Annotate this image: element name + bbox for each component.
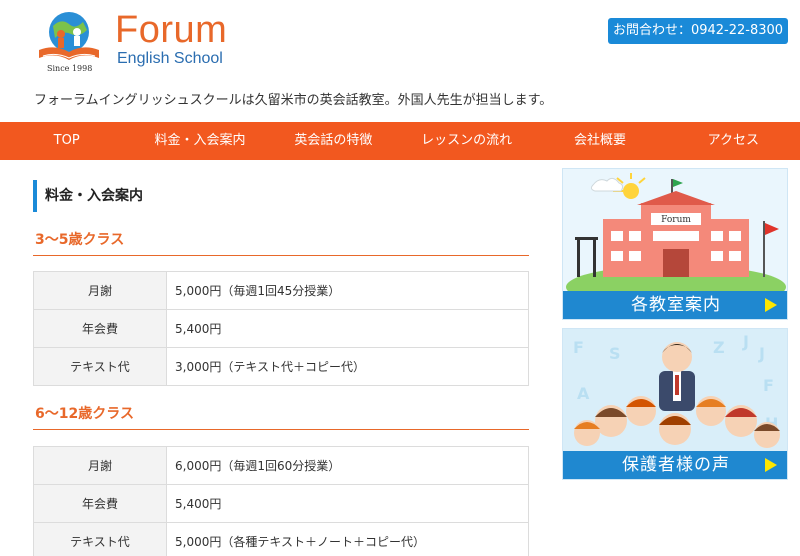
- svg-text:A: A: [577, 384, 590, 403]
- logo-title: Forum: [115, 9, 228, 51]
- page-title: 料金・入会案内: [33, 180, 143, 212]
- nav-item-company[interactable]: 会社概要: [533, 122, 666, 160]
- nav-item-top[interactable]: TOP: [0, 122, 133, 160]
- table-row: テキスト代 5,000円（各種テキスト＋ノート＋コピー代）: [33, 522, 529, 556]
- fee-label: テキスト代: [33, 522, 167, 556]
- table-row: テキスト代 3,000円（テキスト代＋コピー代）: [33, 347, 529, 386]
- contact-phone-button[interactable]: お問合わせ：0942-22-8300: [608, 18, 788, 44]
- play-arrow-icon: [765, 298, 777, 312]
- nav-item-access[interactable]: アクセス: [667, 122, 800, 160]
- fee-table-3-5: 月謝 5,000円（毎週1回45分授業） 年会費 5,400円 テキスト代 3,…: [33, 271, 529, 386]
- svg-text:F: F: [573, 338, 584, 357]
- site-tagline: フォーラムイングリッシュスクールは久留米市の英会話教室。外国人先生が担当します。: [34, 93, 553, 108]
- fee-label: テキスト代: [33, 347, 167, 386]
- school-locations-label: 各教室案内: [563, 291, 787, 319]
- fee-label: 年会費: [33, 484, 167, 523]
- site-logo[interactable]: Since 1998 Forum English School: [33, 8, 243, 73]
- nav-item-features[interactable]: 英会話の特徴: [267, 122, 400, 160]
- fee-value: 5,000円（各種テキスト＋ノート＋コピー代）: [166, 522, 529, 556]
- main-nav: TOP 料金・入会案内 英会話の特徴 レッスンの流れ 会社概要 アクセス: [0, 122, 800, 160]
- svg-text:J: J: [758, 344, 765, 363]
- fee-value: 5,400円: [166, 309, 529, 348]
- table-row: 月謝 6,000円（毎週1回60分授業）: [33, 446, 529, 485]
- class-heading-3-5: 3〜5歳クラス: [33, 228, 529, 256]
- fee-label: 月謝: [33, 446, 167, 485]
- site-header: Since 1998 Forum English School お問合わせ：09…: [0, 0, 800, 122]
- fee-table-6-12: 月謝 6,000円（毎週1回60分授業） 年会費 5,400円 テキスト代 5,…: [33, 446, 529, 556]
- school-building-icon: Forum: [566, 173, 786, 293]
- class-heading-6-12: 6〜12歳クラス: [33, 402, 529, 430]
- nav-item-lesson-flow[interactable]: レッスンの流れ: [400, 122, 533, 160]
- play-arrow-icon: [765, 458, 777, 472]
- table-row: 年会費 5,400円: [33, 484, 529, 523]
- globe-kids-logo-icon: [39, 12, 99, 60]
- table-row: 年会費 5,400円: [33, 309, 529, 348]
- logo-subtitle: English School: [117, 50, 223, 67]
- svg-text:Z: Z: [713, 338, 725, 357]
- nav-item-fees[interactable]: 料金・入会案内: [133, 122, 266, 160]
- fee-label: 年会費: [33, 309, 167, 348]
- teacher-children-icon: FSZ JJA FEH: [573, 332, 780, 448]
- table-row: 月謝 5,000円（毎週1回45分授業）: [33, 271, 529, 310]
- school-locations-banner[interactable]: Forum 各教室案内: [562, 168, 788, 320]
- fee-value: 3,000円（テキスト代＋コピー代）: [166, 347, 529, 386]
- parent-voices-label: 保護者様の声: [563, 451, 787, 479]
- svg-text:F: F: [763, 376, 774, 395]
- fee-value: 5,400円: [166, 484, 529, 523]
- fee-value: 5,000円（毎週1回45分授業）: [166, 271, 529, 310]
- fee-value: 6,000円（毎週1回60分授業）: [166, 446, 529, 485]
- parent-voices-banner[interactable]: FSZ JJA FEH 保護者様の声: [562, 328, 788, 480]
- logo-since-text: Since 1998: [47, 64, 93, 73]
- fee-label: 月謝: [33, 271, 167, 310]
- school-sign-text: Forum: [661, 215, 691, 225]
- svg-text:S: S: [609, 344, 621, 363]
- svg-text:J: J: [742, 332, 749, 351]
